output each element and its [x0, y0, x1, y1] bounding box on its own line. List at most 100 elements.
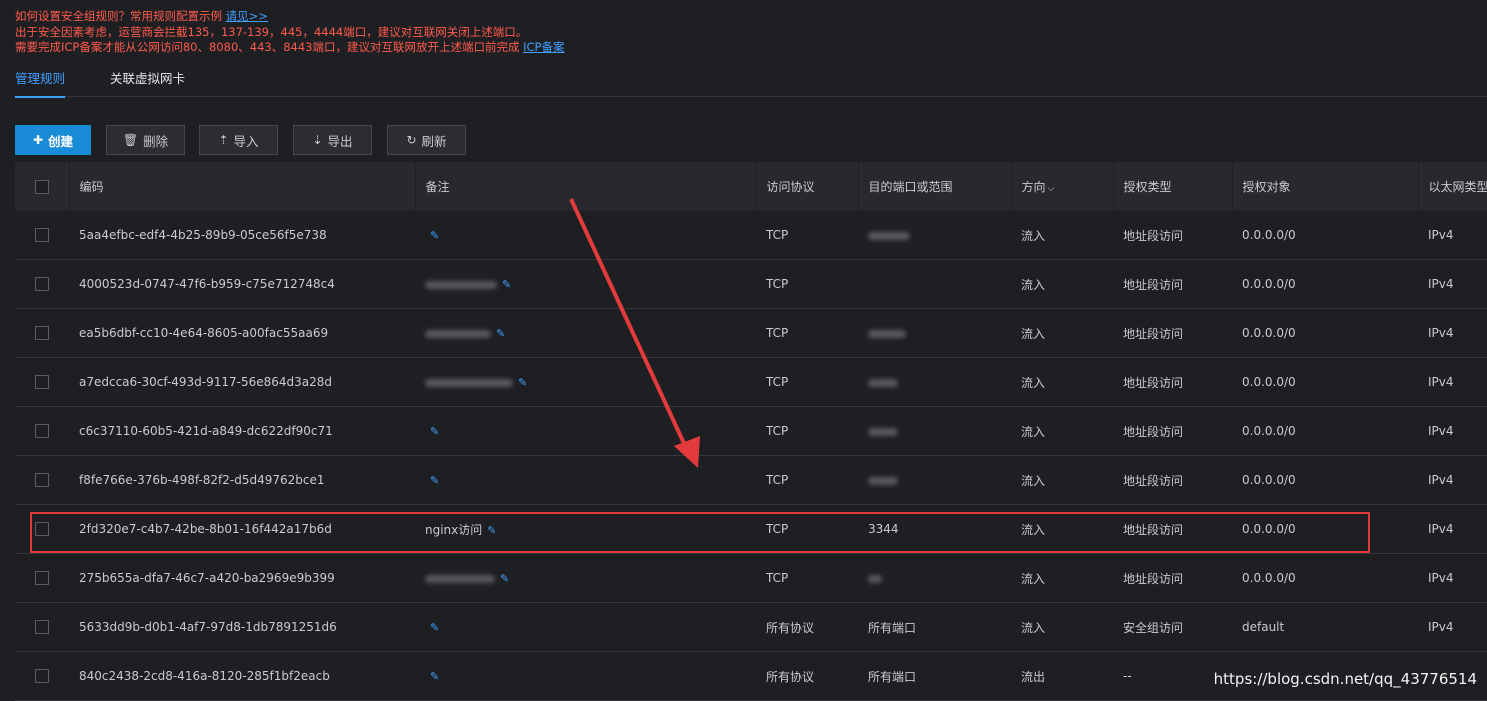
- cell-protocol: TCP: [756, 259, 858, 309]
- row-checkbox-cell: [15, 211, 69, 260]
- select-all-cell: [15, 162, 70, 211]
- table-row: a7edcca6-30cf-493d-9117-56e864d3a28d ✎ TCP…: [15, 357, 1487, 407]
- redacted-note: [425, 280, 497, 289]
- cell-port: [858, 455, 1011, 505]
- row-checkbox[interactable]: [35, 326, 49, 341]
- edit-icon[interactable]: ✎: [496, 327, 505, 340]
- cell-protocol: TCP: [756, 308, 858, 358]
- redacted-port: [868, 329, 906, 338]
- upload-icon: ⇡: [218, 133, 229, 147]
- cell-note: ✎: [415, 211, 756, 260]
- cell-direction: 流入: [1011, 602, 1113, 652]
- cell-protocol: 所有协议: [756, 651, 858, 701]
- cell-direction: 流入: [1011, 211, 1113, 260]
- edit-icon[interactable]: ✎: [518, 376, 527, 389]
- cell-id: 275b655a-dfa7-46c7-a420-ba2969e9b399: [69, 553, 415, 603]
- header-direction[interactable]: 方向 ⌵: [1011, 162, 1114, 211]
- port-text: 所有端口: [868, 620, 917, 635]
- cell-direction: 流入: [1011, 259, 1113, 309]
- cell-protocol: TCP: [756, 211, 858, 260]
- cell-auth-type: 地址段访问: [1113, 357, 1232, 407]
- redacted-port: [868, 427, 898, 436]
- cell-eth-type: IPv4: [1418, 211, 1487, 260]
- edit-icon[interactable]: ✎: [502, 278, 511, 291]
- download-icon: ⇣: [312, 133, 323, 147]
- cell-note: ✎: [415, 357, 756, 407]
- cell-port: [858, 211, 1011, 260]
- delete-button[interactable]: 🗑 删除: [106, 125, 185, 155]
- cell-auth-object: 0.0.0.0/0: [1232, 553, 1418, 603]
- cell-auth-type: 地址段访问: [1113, 504, 1232, 554]
- cell-auth-object: 0.0.0.0/0: [1232, 504, 1418, 554]
- row-checkbox[interactable]: [35, 522, 49, 537]
- trash-icon: 🗑: [122, 133, 139, 147]
- notice-block: 如何设置安全组规则？常用规则配置示例 请见>> 出于安全因素考虑，运营商会拦截1…: [15, 9, 564, 56]
- notice-line-3: 需要完成ICP备案才能从公网访问80、8080、443、8443端口，建议对互联…: [15, 40, 565, 54]
- import-button[interactable]: ⇡ 导入: [199, 125, 278, 155]
- create-button[interactable]: ✚ 创建: [15, 125, 91, 155]
- export-button[interactable]: ⇣ 导出: [293, 125, 372, 155]
- row-checkbox-cell: [15, 553, 69, 603]
- row-checkbox-cell: [15, 259, 69, 309]
- cell-direction: 流入: [1011, 455, 1113, 505]
- edit-icon[interactable]: ✎: [430, 474, 439, 487]
- edit-icon[interactable]: ✎: [500, 572, 509, 585]
- redacted-port: [868, 574, 882, 583]
- cell-auth-type: 地址段访问: [1113, 406, 1232, 456]
- cell-id: a7edcca6-30cf-493d-9117-56e864d3a28d: [69, 357, 415, 407]
- cell-protocol: TCP: [756, 455, 858, 505]
- cell-auth-type: 地址段访问: [1113, 308, 1232, 358]
- table-row: 275b655a-dfa7-46c7-a420-ba2969e9b399 ✎ TCP…: [15, 553, 1487, 603]
- row-checkbox[interactable]: [35, 571, 49, 586]
- row-checkbox[interactable]: [35, 228, 49, 243]
- table-row: 5aa4efbc-edf4-4b25-89b9-05ce56f5e738 ✎ TCP…: [15, 211, 1487, 260]
- edit-icon[interactable]: ✎: [430, 425, 439, 438]
- row-checkbox[interactable]: [35, 375, 49, 390]
- row-checkbox-cell: [15, 602, 69, 652]
- row-checkbox-cell: [15, 455, 69, 505]
- cell-id: f8fe766e-376b-498f-82f2-d5d49762bce1: [69, 455, 415, 505]
- cell-note: ✎: [415, 553, 756, 603]
- cell-direction: 流出: [1011, 651, 1113, 701]
- cell-auth-object: 0.0.0.0/0: [1232, 406, 1418, 456]
- edit-icon[interactable]: ✎: [430, 670, 439, 683]
- table-row: 5633dd9b-d0b1-4af7-97d8-1db7891251d6 ✎ 所有协…: [15, 602, 1487, 652]
- cell-direction: 流入: [1011, 406, 1113, 456]
- header-port: 目的端口或范围: [858, 162, 1012, 211]
- cell-direction: 流入: [1011, 553, 1113, 603]
- table-row: ea5b6dbf-cc10-4e64-8605-a00fac55aa69 ✎ TCP…: [15, 308, 1487, 358]
- header-protocol: 访问协议: [756, 162, 859, 211]
- cell-note: ✎: [415, 602, 756, 652]
- rules-table: 编码 备注 访问协议 目的端口或范围 方向 ⌵ 授权类型 授权对象 以太网类型 5…: [15, 162, 1487, 701]
- cell-note: ✎: [415, 406, 756, 456]
- row-checkbox-cell: [15, 357, 69, 407]
- row-checkbox[interactable]: [35, 277, 49, 292]
- header-id: 编码: [69, 162, 416, 211]
- edit-icon[interactable]: ✎: [430, 621, 439, 634]
- tab-manage-rules[interactable]: 管理规则: [15, 68, 66, 98]
- cell-eth-type: IPv4: [1418, 504, 1487, 554]
- cell-direction: 流入: [1011, 308, 1113, 358]
- cell-auth-object: 0.0.0.0/0: [1232, 455, 1418, 505]
- cell-port: [858, 259, 1011, 309]
- row-checkbox[interactable]: [35, 424, 49, 439]
- cell-id: 5633dd9b-d0b1-4af7-97d8-1db7891251d6: [69, 602, 415, 652]
- cell-eth-type: IPv4: [1418, 308, 1487, 358]
- cell-note: ✎: [415, 259, 756, 309]
- rules-example-link[interactable]: 请见>>: [226, 9, 268, 23]
- edit-icon[interactable]: ✎: [487, 524, 496, 537]
- row-checkbox[interactable]: [35, 473, 49, 488]
- cell-note: ✎: [415, 651, 756, 701]
- edit-icon[interactable]: ✎: [430, 229, 439, 242]
- cell-id: 5aa4efbc-edf4-4b25-89b9-05ce56f5e738: [69, 211, 415, 260]
- tab-virtual-nic[interactable]: 关联虚拟网卡: [110, 68, 185, 96]
- cell-eth-type: IPv4: [1418, 602, 1487, 652]
- icp-link[interactable]: ICP备案: [523, 40, 564, 54]
- cell-eth-type: IPv4: [1418, 357, 1487, 407]
- row-checkbox[interactable]: [35, 620, 49, 635]
- select-all-checkbox[interactable]: [35, 179, 49, 194]
- redacted-note: [425, 574, 495, 583]
- row-checkbox[interactable]: [35, 669, 49, 684]
- redacted-port: [868, 476, 898, 485]
- refresh-button[interactable]: ↻ 刷新: [387, 125, 466, 155]
